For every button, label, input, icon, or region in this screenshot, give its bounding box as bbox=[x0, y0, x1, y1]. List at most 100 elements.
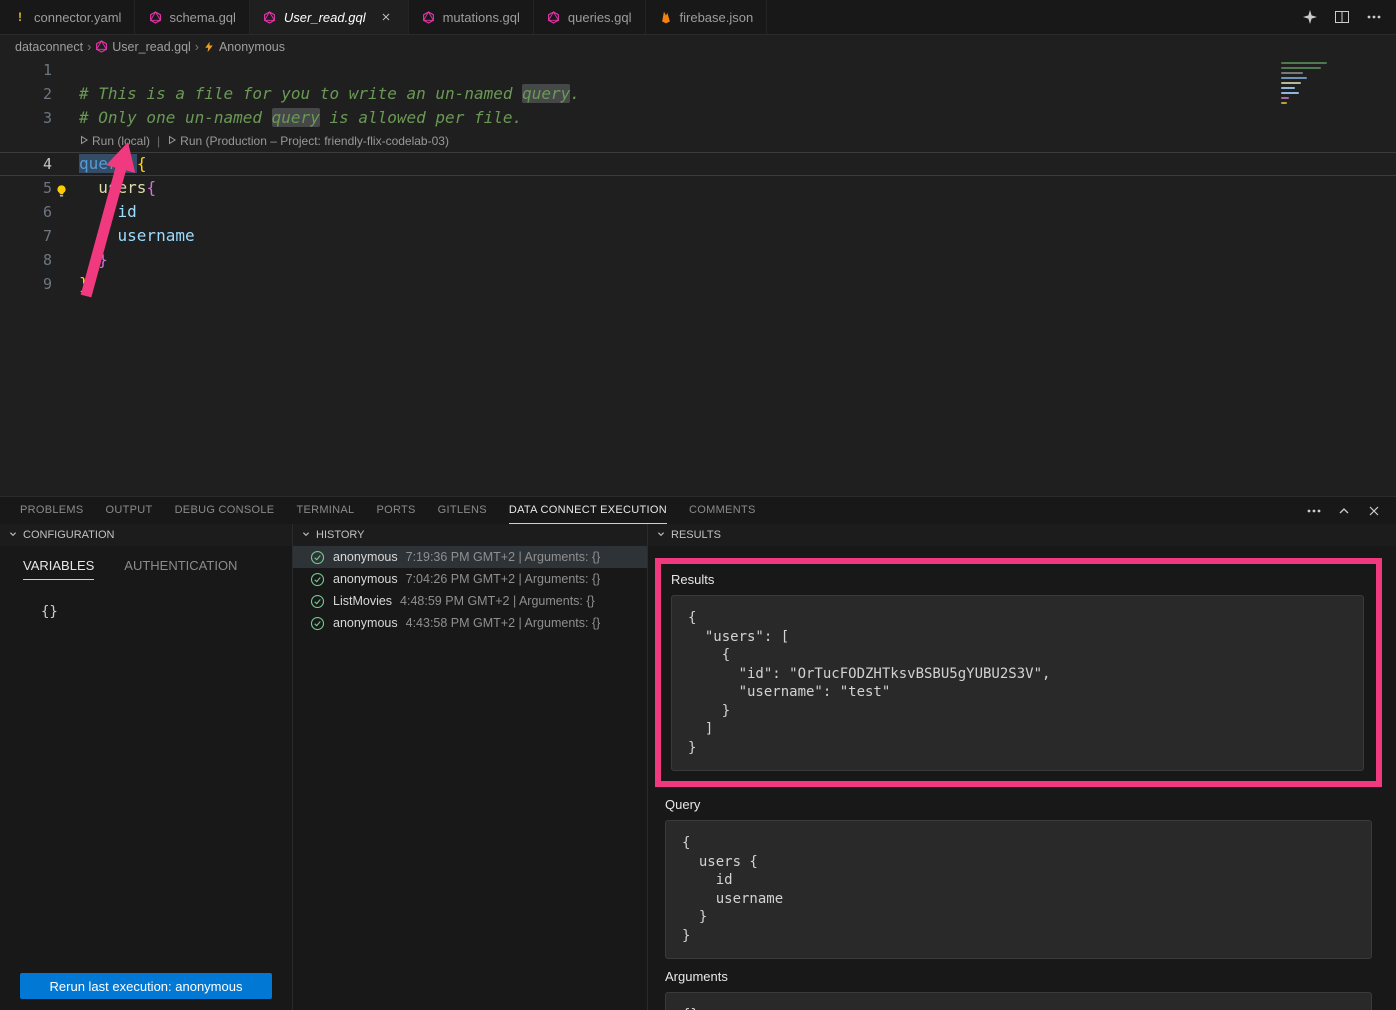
code-token: # This is a file for you to write an un-… bbox=[79, 84, 522, 103]
code-text: username bbox=[52, 224, 195, 248]
breadcrumb-item-file[interactable]: User_read.gql bbox=[95, 40, 191, 54]
config-tab-variables[interactable]: VARIABLES bbox=[23, 558, 94, 580]
panel-tab-output[interactable]: OUTPUT bbox=[106, 497, 153, 524]
code-token: # Only one un-named bbox=[79, 108, 272, 127]
result-section-label: Arguments bbox=[665, 969, 1396, 984]
editor-line-1[interactable]: 1 bbox=[0, 58, 1396, 82]
minimap-line bbox=[1281, 102, 1287, 104]
panel-tab-gitlens[interactable]: GITLENS bbox=[438, 497, 487, 524]
result-section-label: Query bbox=[665, 797, 1396, 812]
panel-tab-problems[interactable]: PROBLEMS bbox=[20, 497, 84, 524]
minimap-line bbox=[1281, 97, 1289, 99]
editor-tab-user_read-gql[interactable]: User_read.gql bbox=[250, 0, 409, 34]
results-results-section-annotated: Results{ "users": [ { "id": "OrTucFODZHT… bbox=[655, 558, 1382, 787]
results-content: Results{ "users": [ { "id": "OrTucFODZHT… bbox=[648, 558, 1396, 1010]
editor-line-9[interactable]: 9} bbox=[0, 272, 1396, 296]
history-item-detail: 7:19:36 PM GMT+2 | Arguments: {} bbox=[406, 550, 601, 564]
results-section: RESULTS Results{ "users": [ { "id": "OrT… bbox=[648, 524, 1396, 1010]
panel-tab-ports[interactable]: PORTS bbox=[376, 497, 415, 524]
line-number: 9 bbox=[0, 272, 52, 296]
line-number: 5 bbox=[0, 176, 52, 200]
maximize-panel-icon[interactable] bbox=[1332, 499, 1356, 523]
breadcrumb: dataconnect › User_read.gql › Anonymous bbox=[0, 35, 1396, 58]
panel-tab-data-connect-execution[interactable]: DATA CONNECT EXECUTION bbox=[509, 497, 667, 524]
editor-tab-connector-yaml[interactable]: !connector.yaml bbox=[0, 0, 135, 34]
editor-line-3[interactable]: 3# Only one un-named query is allowed pe… bbox=[0, 106, 1396, 130]
editor-tab-schema-gql[interactable]: schema.gql bbox=[135, 0, 249, 34]
code-text: } bbox=[52, 272, 89, 296]
history-list: anonymous7:19:36 PM GMT+2 | Arguments: {… bbox=[293, 546, 647, 634]
editor-tab-queries-gql[interactable]: queries.gql bbox=[534, 0, 646, 34]
success-check-icon bbox=[310, 616, 325, 631]
close-panel-icon[interactable] bbox=[1362, 499, 1386, 523]
play-icon bbox=[167, 134, 177, 148]
history-item-detail: 4:48:59 PM GMT+2 | Arguments: {} bbox=[400, 594, 595, 608]
bottom-panel: PROBLEMS OUTPUT DEBUG CONSOLE TERMINAL PORTS… bbox=[0, 496, 1396, 1010]
graphql-icon bbox=[148, 10, 162, 25]
success-check-icon bbox=[310, 572, 325, 587]
code-text bbox=[52, 58, 79, 82]
code-token bbox=[79, 178, 98, 197]
copilot-sparkle-icon[interactable] bbox=[1298, 5, 1322, 29]
editor-line-8[interactable]: 8 } bbox=[0, 248, 1396, 272]
panel-tab-debug-console[interactable]: DEBUG CONSOLE bbox=[175, 497, 275, 524]
minimap-line bbox=[1281, 87, 1295, 89]
close-tab-icon[interactable] bbox=[377, 8, 395, 26]
breadcrumb-item-symbol[interactable]: Anonymous bbox=[203, 40, 285, 54]
code-token: . bbox=[570, 84, 580, 103]
editor-line-6[interactable]: 6 id bbox=[0, 200, 1396, 224]
code-editor[interactable]: 12# This is a file for you to write an u… bbox=[0, 58, 1396, 496]
editor-line-2[interactable]: 2# This is a file for you to write an un… bbox=[0, 82, 1396, 106]
history-item[interactable]: anonymous4:43:58 PM GMT+2 | Arguments: {… bbox=[293, 612, 647, 634]
run-local-link[interactable]: Run (local) bbox=[79, 134, 150, 148]
code-text: # Only one un-named query is allowed per… bbox=[52, 106, 522, 130]
editor-line-4[interactable]: 4query { bbox=[0, 152, 1396, 176]
breadcrumb-item-folder[interactable]: dataconnect bbox=[15, 40, 83, 54]
code-token bbox=[79, 202, 118, 221]
panel-actions bbox=[1302, 499, 1386, 523]
more-actions-icon[interactable] bbox=[1362, 5, 1386, 29]
history-header[interactable]: HISTORY bbox=[293, 524, 647, 546]
history-item-detail: 7:04:26 PM GMT+2 | Arguments: {} bbox=[406, 572, 601, 586]
history-item[interactable]: anonymous7:19:36 PM GMT+2 | Arguments: {… bbox=[293, 546, 647, 568]
editor-line-7[interactable]: 7 username bbox=[0, 224, 1396, 248]
rerun-last-execution-button[interactable]: Rerun last execution: anonymous bbox=[20, 973, 272, 999]
code-token bbox=[79, 226, 118, 245]
vscode-window: !connector.yamlschema.gql User_read.gql mu… bbox=[0, 0, 1396, 1010]
history-item[interactable]: anonymous7:04:26 PM GMT+2 | Arguments: {… bbox=[293, 568, 647, 590]
run-production-link[interactable]: Run (Production – Project: friendly-flix… bbox=[167, 134, 449, 148]
tab-label: queries.gql bbox=[568, 10, 632, 25]
editor-tab-firebase-json[interactable]: firebase.json bbox=[646, 0, 768, 34]
code-token bbox=[79, 250, 98, 269]
minimap[interactable] bbox=[1281, 62, 1381, 107]
panel-tab-comments[interactable]: COMMENTS bbox=[689, 497, 756, 524]
panel-tab-terminal[interactable]: TERMINAL bbox=[296, 497, 354, 524]
code-token: is allowed per file. bbox=[320, 108, 522, 127]
configuration-section: CONFIGURATION VARIABLES AUTHENTICATION {}… bbox=[0, 524, 293, 1010]
tab-label: firebase.json bbox=[680, 10, 754, 25]
editor-tab-mutations-gql[interactable]: mutations.gql bbox=[409, 0, 534, 34]
minimap-line bbox=[1281, 62, 1327, 64]
variables-value: {} bbox=[0, 580, 292, 620]
line-number: 7 bbox=[0, 224, 52, 248]
results-header[interactable]: RESULTS bbox=[648, 524, 1396, 546]
configuration-header[interactable]: CONFIGURATION bbox=[0, 524, 292, 546]
split-editor-icon[interactable] bbox=[1330, 5, 1354, 29]
graphql-icon bbox=[422, 10, 436, 25]
results-query-section: Query{ users { id username } } bbox=[648, 797, 1396, 959]
tab-label: User_read.gql bbox=[284, 10, 366, 25]
run-production-label: Run (Production – Project: friendly-flix… bbox=[180, 134, 449, 148]
run-local-label: Run (local) bbox=[92, 134, 150, 148]
history-header-label: HISTORY bbox=[316, 529, 365, 541]
minimap-line bbox=[1281, 77, 1307, 79]
result-section-label: Results bbox=[671, 572, 1376, 587]
tab-list: !connector.yamlschema.gql User_read.gql mu… bbox=[0, 0, 767, 34]
editor-tab-bar: !connector.yamlschema.gql User_read.gql mu… bbox=[0, 0, 1396, 35]
history-item[interactable]: ListMovies4:48:59 PM GMT+2 | Arguments: … bbox=[293, 590, 647, 612]
config-tab-authentication[interactable]: AUTHENTICATION bbox=[124, 558, 237, 580]
graphql-icon bbox=[547, 10, 561, 25]
panel-more-actions-icon[interactable] bbox=[1302, 499, 1326, 523]
editor-line-5[interactable]: 5 users{ bbox=[0, 176, 1396, 200]
code-text: users{ bbox=[52, 176, 156, 200]
results-arguments-section: Arguments{} bbox=[648, 969, 1396, 1010]
